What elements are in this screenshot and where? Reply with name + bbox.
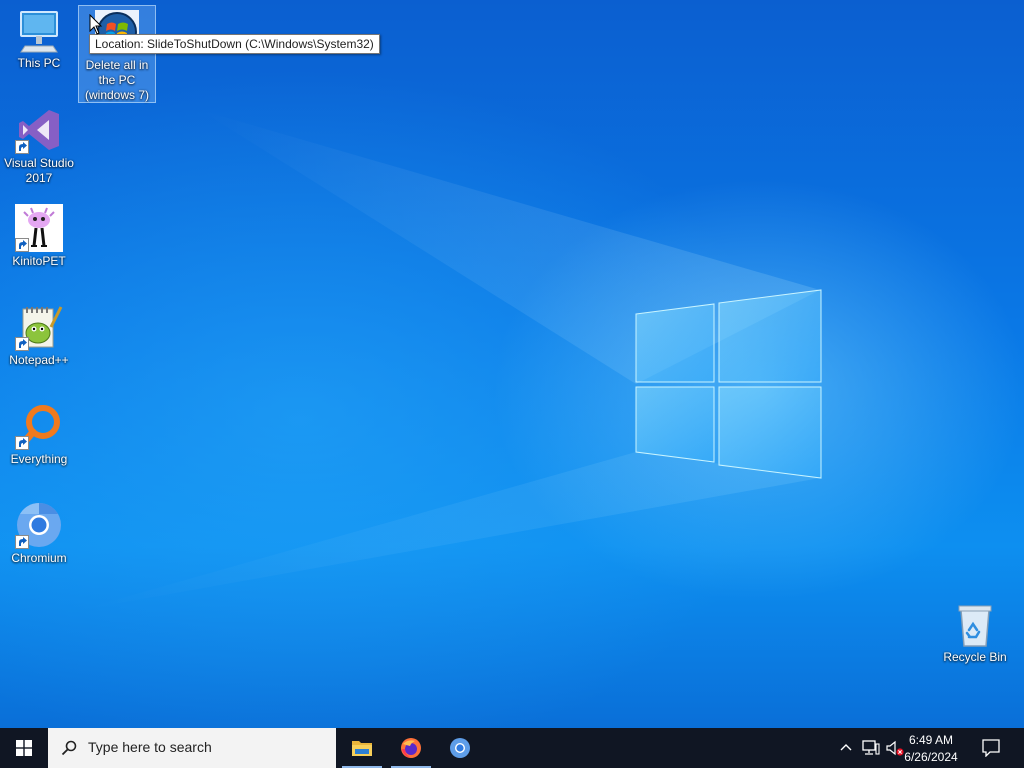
chromium-icon bbox=[450, 738, 470, 758]
mouse-cursor-icon bbox=[89, 14, 103, 35]
chromium-icon bbox=[15, 501, 63, 549]
everything-search-icon bbox=[15, 402, 63, 450]
taskbar-chromium[interactable] bbox=[436, 728, 484, 768]
desktop-icon-notepad-plus-plus[interactable]: Notepad++ bbox=[1, 299, 77, 373]
network-icon[interactable] bbox=[862, 740, 880, 756]
desktop-icon-kinitopet[interactable]: KinitoPET bbox=[1, 200, 77, 274]
tooltip: Location: SlideToShutDown (C:\Windows\Sy… bbox=[89, 34, 380, 54]
computer-icon bbox=[15, 6, 63, 54]
desktop-icon-recycle-bin[interactable]: Recycle Bin bbox=[937, 596, 1013, 670]
clock-time[interactable]: 6:49 AM bbox=[896, 733, 966, 747]
shortcut-arrow-icon bbox=[15, 238, 29, 252]
windows-logo-icon bbox=[16, 740, 32, 756]
desktop-icon-everything[interactable]: Everything bbox=[1, 398, 77, 472]
desktop-icon-label: This PC bbox=[17, 56, 61, 70]
start-button[interactable] bbox=[0, 728, 48, 768]
desktop-icon-label: Notepad++ bbox=[9, 353, 69, 367]
shortcut-arrow-icon bbox=[15, 140, 29, 154]
shortcut-arrow-icon bbox=[15, 535, 29, 549]
taskbar-file-explorer[interactable] bbox=[338, 728, 386, 768]
wallpaper-windows-logo bbox=[80, 110, 822, 610]
clock-date[interactable]: 6/26/2024 bbox=[896, 750, 966, 764]
desktop-icon-chromium[interactable]: Chromium bbox=[1, 497, 77, 571]
shortcut-arrow-icon bbox=[15, 337, 29, 351]
taskbar: Type here to search 6:49 AM 6/26/2024 bbox=[0, 728, 1024, 768]
taskbar-firefox[interactable] bbox=[387, 728, 435, 768]
desktop-icon-label: KinitoPET bbox=[12, 254, 66, 268]
chevron-up-icon[interactable] bbox=[840, 742, 852, 754]
recycle-bin-icon bbox=[951, 600, 999, 648]
search-placeholder: Type here to search bbox=[88, 739, 212, 755]
desktop-icon-label: Everything bbox=[10, 452, 68, 466]
desktop-icon-label-line: 2017 bbox=[25, 171, 53, 185]
shortcut-arrow-icon bbox=[15, 436, 29, 450]
kinitopet-icon bbox=[15, 204, 63, 252]
desktop-icon-label-line: the PC bbox=[98, 73, 136, 87]
desktop-icon-label: Recycle Bin bbox=[943, 650, 1007, 664]
firefox-icon bbox=[401, 738, 421, 758]
desktop-icon-label-line: (windows 7) bbox=[84, 88, 150, 102]
visual-studio-icon bbox=[15, 106, 63, 154]
taskbar-search-box[interactable]: Type here to search bbox=[48, 728, 336, 768]
desktop-icon-label: Chromium bbox=[11, 551, 67, 565]
desktop-icon-label-line: Visual Studio bbox=[4, 156, 74, 170]
search-icon bbox=[61, 740, 77, 756]
notifications-icon[interactable] bbox=[982, 739, 1000, 757]
desktop-icon-this-pc[interactable]: This PC bbox=[1, 2, 77, 76]
file-explorer-icon bbox=[352, 741, 372, 756]
notepad-plus-plus-icon bbox=[15, 303, 63, 351]
desktop-icon-visual-studio[interactable]: Visual Studio 2017 bbox=[1, 102, 77, 190]
desktop[interactable]: This PC Delete all in the PC (windows 7) bbox=[0, 0, 1024, 728]
desktop-icon-label-line: Delete all in bbox=[85, 58, 149, 72]
